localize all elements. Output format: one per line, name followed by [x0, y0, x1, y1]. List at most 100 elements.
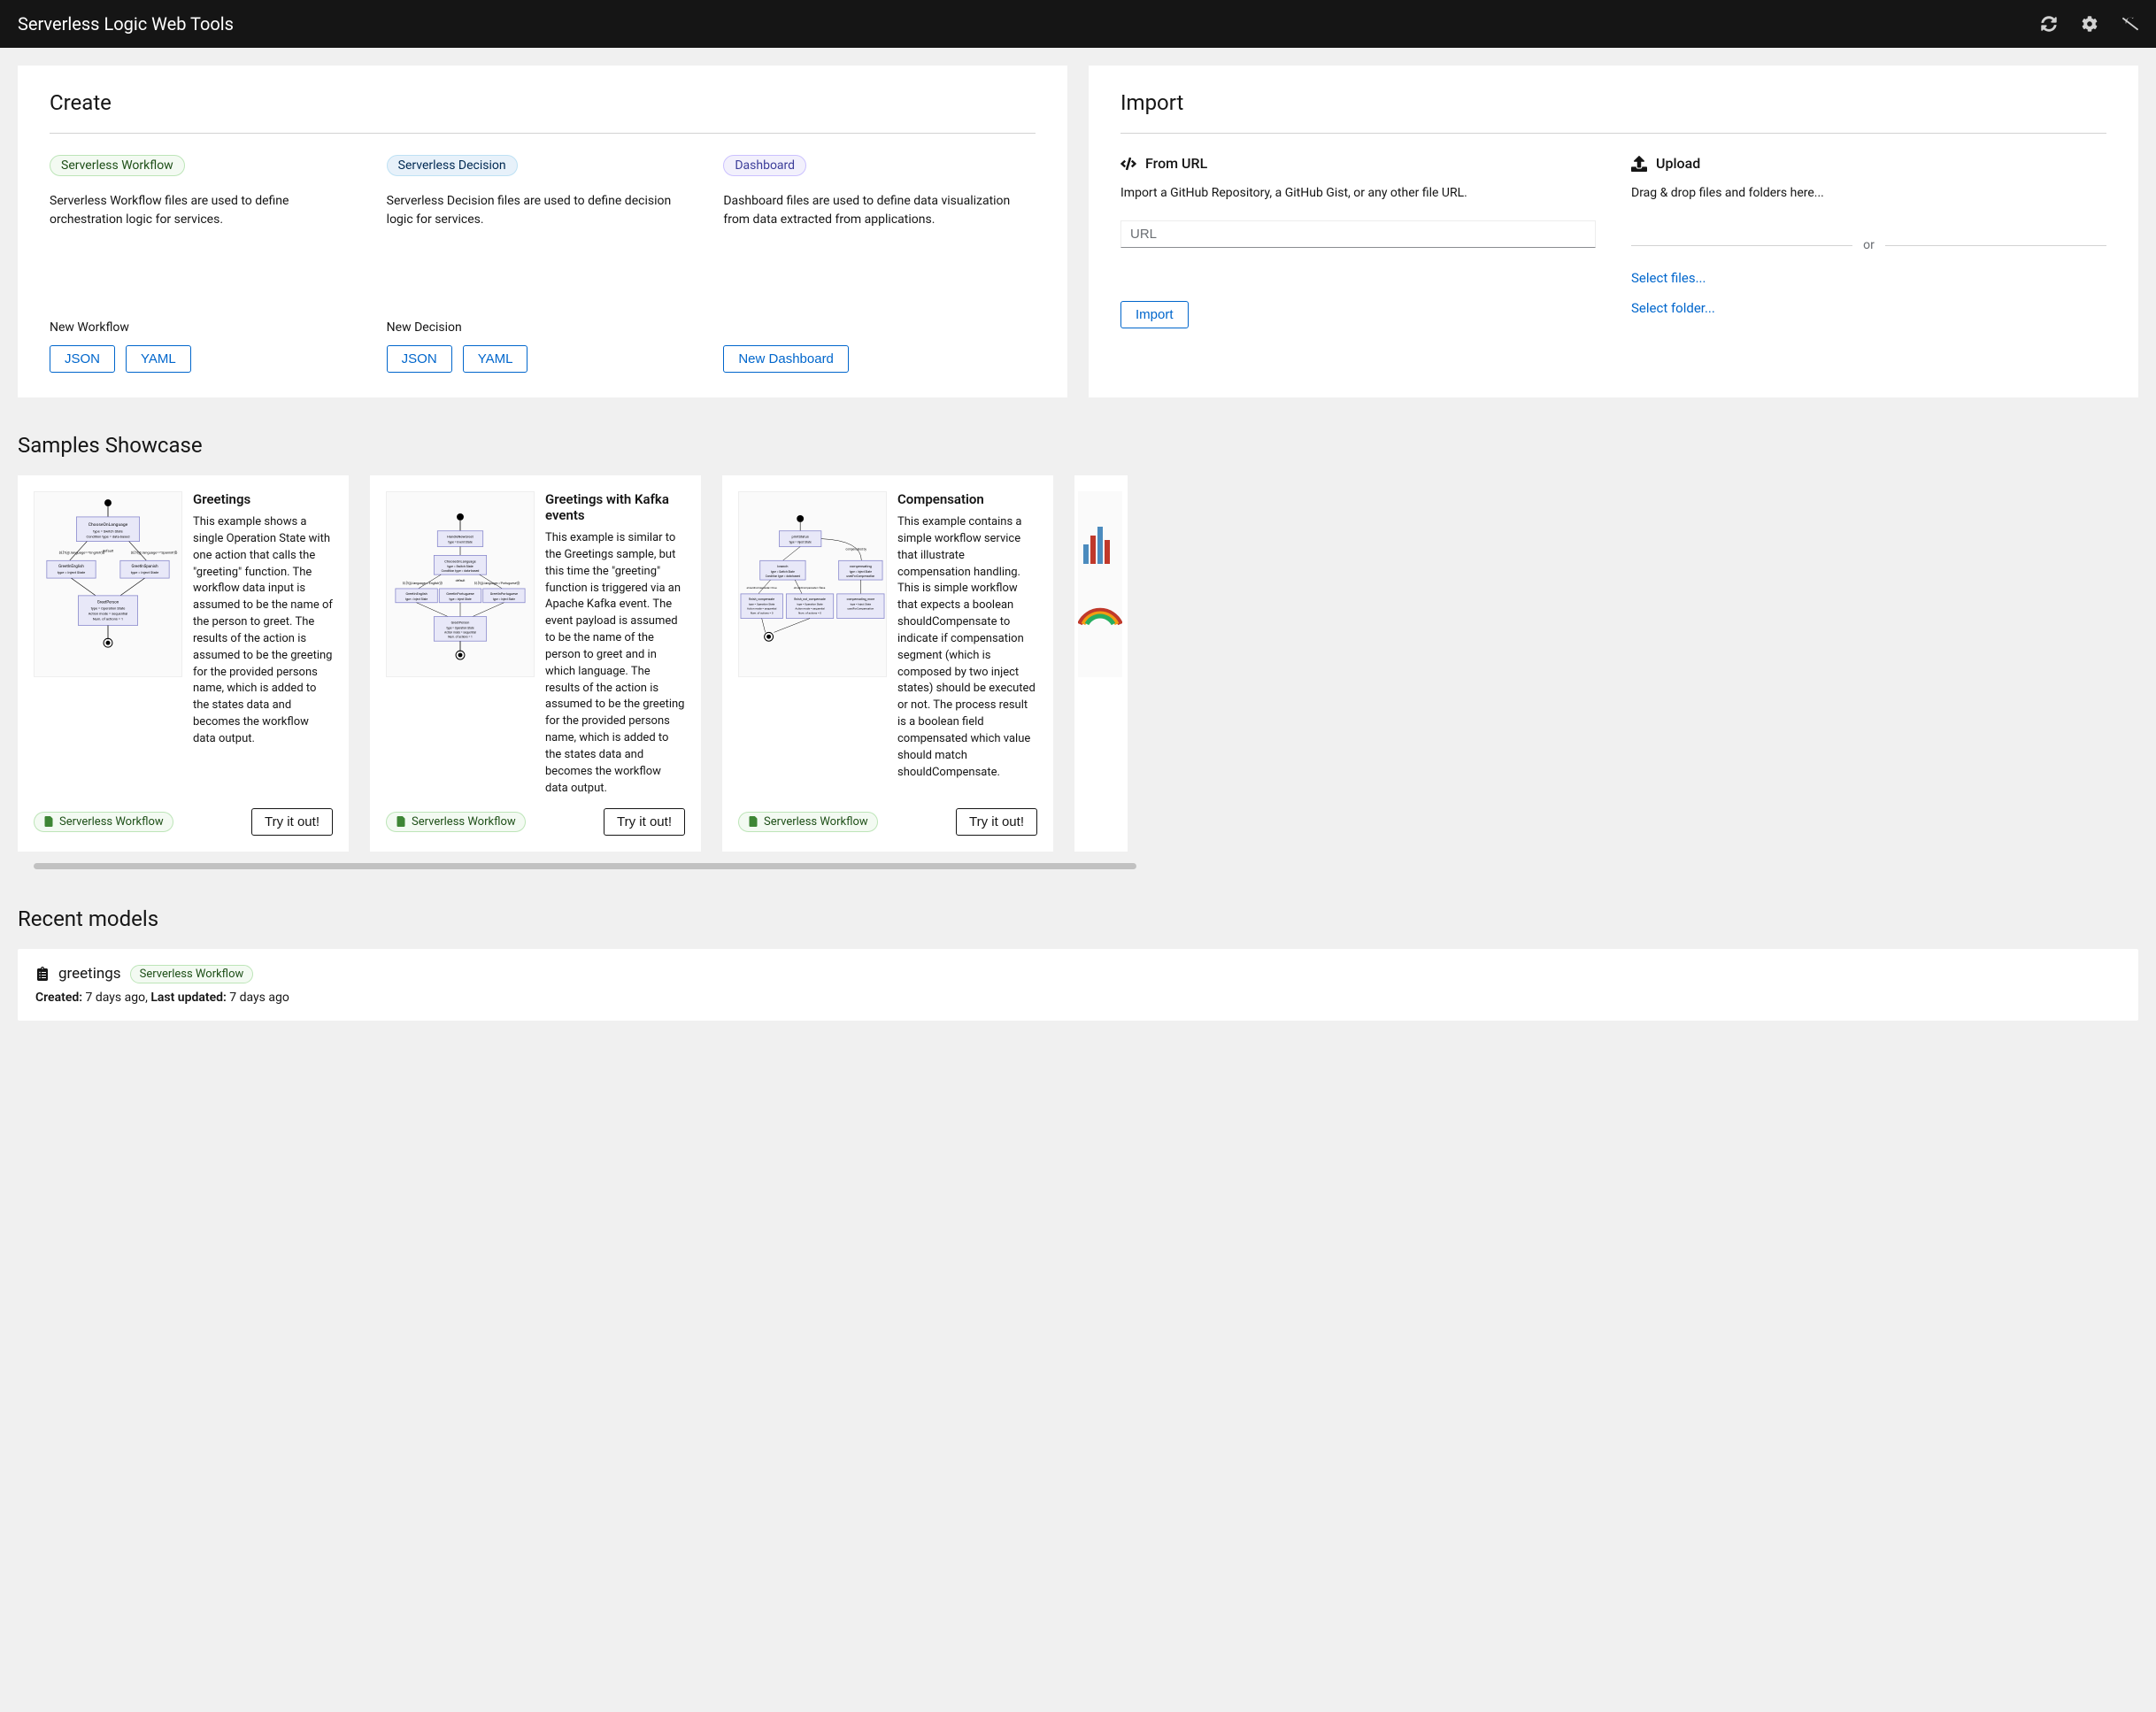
or-divider: or [1631, 238, 2106, 252]
broadcast-off-icon[interactable] [2122, 16, 2138, 32]
recent-tag: Serverless Workflow [130, 965, 254, 983]
try-button[interactable]: Try it out! [604, 808, 685, 836]
yaml-button[interactable]: YAML [126, 345, 191, 373]
sample-diagram: HandleNewGreet type = Event State Choose… [386, 491, 535, 677]
import-title: Import [1120, 90, 2106, 115]
sample-card-kafka: HandleNewGreet type = Event State Choose… [370, 475, 701, 852]
sample-title: Greetings [193, 491, 333, 507]
upload-heading: Upload [1631, 155, 2106, 172]
sample-diagram-partial [1078, 491, 1122, 677]
sample-card-compensation: printStatus type = Inject State compensa… [722, 475, 1053, 852]
sample-title: Greetings with Kafka events [545, 491, 685, 523]
svg-text:GreetInPortuguese: GreetInPortuguese [490, 592, 518, 596]
svg-text:compensating: compensating [850, 564, 872, 568]
url-input[interactable] [1120, 220, 1596, 248]
recent-card[interactable]: greetings Serverless Workflow Created: 7… [18, 949, 2138, 1021]
import-button[interactable]: Import [1120, 301, 1189, 328]
svg-text:default: default [103, 548, 114, 552]
create-col-dashboard: Dashboard Dashboard files are used to de… [723, 155, 1036, 373]
sample-title: Compensation [897, 491, 1037, 507]
from-url-label: From URL [1145, 155, 1207, 172]
json-button[interactable]: JSON [387, 345, 452, 373]
svg-text:GreetInEnglish: GreetInEnglish [58, 564, 84, 569]
svg-text:Condition type = data-based: Condition type = data-based [766, 575, 800, 578]
spacer [723, 320, 1036, 335]
refresh-icon[interactable] [2041, 16, 2057, 32]
new-workflow-label: New Workflow [50, 320, 362, 335]
svg-text:Num. of actions = 0: Num. of actions = 0 [751, 612, 774, 615]
new-dashboard-button[interactable]: New Dashboard [723, 345, 849, 373]
svg-text:type = Inject State: type = Inject State [449, 598, 471, 601]
svg-text:finish_not_compensate: finish_not_compensate [794, 598, 826, 601]
file-icon [396, 816, 406, 827]
select-folder-link[interactable]: Select folder... [1631, 300, 2106, 316]
select-files-link[interactable]: Select files... [1631, 270, 2106, 286]
svg-text:type = Inject State: type = Inject State [405, 598, 427, 601]
desc-dashboard: Dashboard files are used to define data … [723, 192, 1036, 285]
showcase-row[interactable]: ChooseOnLanguage type = Switch State Con… [18, 475, 2138, 860]
app-title: Serverless Logic Web Tools [18, 13, 234, 35]
svg-text:branch: branch [777, 564, 788, 568]
svg-text:${.[?(@.language=='English')]}: ${.[?(@.language=='English')]} [403, 581, 443, 585]
code-icon [1120, 156, 1136, 172]
svg-text:Condition type = data-based: Condition type = data-based [442, 569, 480, 573]
svg-text:Action mode = sequential: Action mode = sequential [444, 630, 476, 634]
svg-text:printStatus: printStatus [792, 535, 809, 539]
svg-text:compensated by: compensated by [846, 547, 867, 551]
upload-icon [1631, 156, 1647, 172]
svg-text:Action mode = sequential: Action mode = sequential [747, 607, 777, 611]
svg-text:usedForCompensation: usedForCompensation [846, 575, 874, 578]
sample-tag: Serverless Workflow [386, 812, 526, 832]
json-button[interactable]: JSON [50, 345, 115, 373]
desc-workflow: Serverless Workflow files are used to de… [50, 192, 362, 285]
sample-card-greetings: ChooseOnLanguage type = Switch State Con… [18, 475, 349, 852]
create-columns: Serverless Workflow Serverless Workflow … [50, 155, 1036, 373]
svg-text:HandleNewGreet: HandleNewGreet [447, 535, 474, 539]
main-content: Create Serverless Workflow Serverless Wo… [0, 48, 2156, 1038]
svg-text:GreetPerson: GreetPerson [97, 600, 119, 605]
from-url-heading: From URL [1120, 155, 1596, 172]
svg-text:finish_compensate: finish_compensate [749, 598, 774, 601]
import-card: Import From URL Import a GitHub Reposito… [1089, 66, 2138, 397]
upload-label: Upload [1656, 155, 1700, 172]
svg-text:usedForCompensation: usedForCompensation [847, 607, 874, 611]
svg-text:${.[?(@.language=='English')]}: ${.[?(@.language=='English')]} [59, 550, 105, 554]
create-col-decision: Serverless Decision Serverless Decision … [387, 155, 699, 373]
try-button[interactable]: Try it out! [956, 808, 1037, 836]
svg-text:${.[?(@.language=='Spanish')]}: ${.[?(@.language=='Spanish')]} [131, 550, 178, 554]
recent-name: greetings [58, 965, 121, 983]
tag-decision: Serverless Decision [387, 155, 518, 176]
from-url-desc: Import a GitHub Repository, a GitHub Gis… [1120, 184, 1596, 203]
svg-text:type = Switch State: type = Switch State [771, 570, 795, 574]
svg-text:type = Switch State: type = Switch State [447, 565, 473, 568]
from-url-col: From URL Import a GitHub Repository, a G… [1120, 155, 1596, 330]
create-card: Create Serverless Workflow Serverless Wo… [18, 66, 1067, 397]
recent-title: Recent models [18, 906, 2138, 931]
svg-text:Action mode = sequential: Action mode = sequential [89, 612, 128, 616]
sample-desc: This example is similar to the Greetings… [545, 530, 685, 798]
gear-icon[interactable] [2082, 16, 2098, 32]
clipboard-icon [35, 967, 50, 981]
yaml-button[interactable]: YAML [463, 345, 528, 373]
svg-text:type = Inject State: type = Inject State [851, 603, 872, 606]
desc-decision: Serverless Decision files are used to de… [387, 192, 699, 285]
svg-text:type = Operation State: type = Operation State [797, 603, 823, 606]
svg-text:ChooseOnLanguage: ChooseOnLanguage [444, 559, 476, 563]
sample-desc: This example contains a simple workflow … [897, 514, 1037, 782]
svg-text:type = Inject State: type = Inject State [58, 570, 85, 575]
svg-text:GreetInEnglish: GreetInEnglish [405, 592, 427, 596]
header: Serverless Logic Web Tools [0, 0, 2156, 48]
try-button[interactable]: Try it out! [251, 808, 333, 836]
svg-text:type = Operation State: type = Operation State [91, 606, 126, 611]
recent-meta: Created: 7 days ago, Last updated: 7 day… [35, 991, 2121, 1005]
svg-text:type = Event State: type = Event State [448, 541, 473, 544]
sample-tag: Serverless Workflow [34, 812, 173, 832]
svg-text:default: default [456, 579, 466, 582]
upload-col: Upload Drag & drop files and folders her… [1631, 155, 2106, 330]
scrollbar[interactable] [18, 862, 2138, 871]
svg-text:compensating_more: compensating_more [847, 598, 875, 601]
file-icon [748, 816, 758, 827]
svg-text:type = Operation State: type = Operation State [749, 603, 775, 606]
svg-text:${.[?(@.language=='Portuguese': ${.[?(@.language=='Portuguese')]} [474, 581, 520, 585]
sample-diagram: ChooseOnLanguage type = Switch State Con… [34, 491, 182, 677]
